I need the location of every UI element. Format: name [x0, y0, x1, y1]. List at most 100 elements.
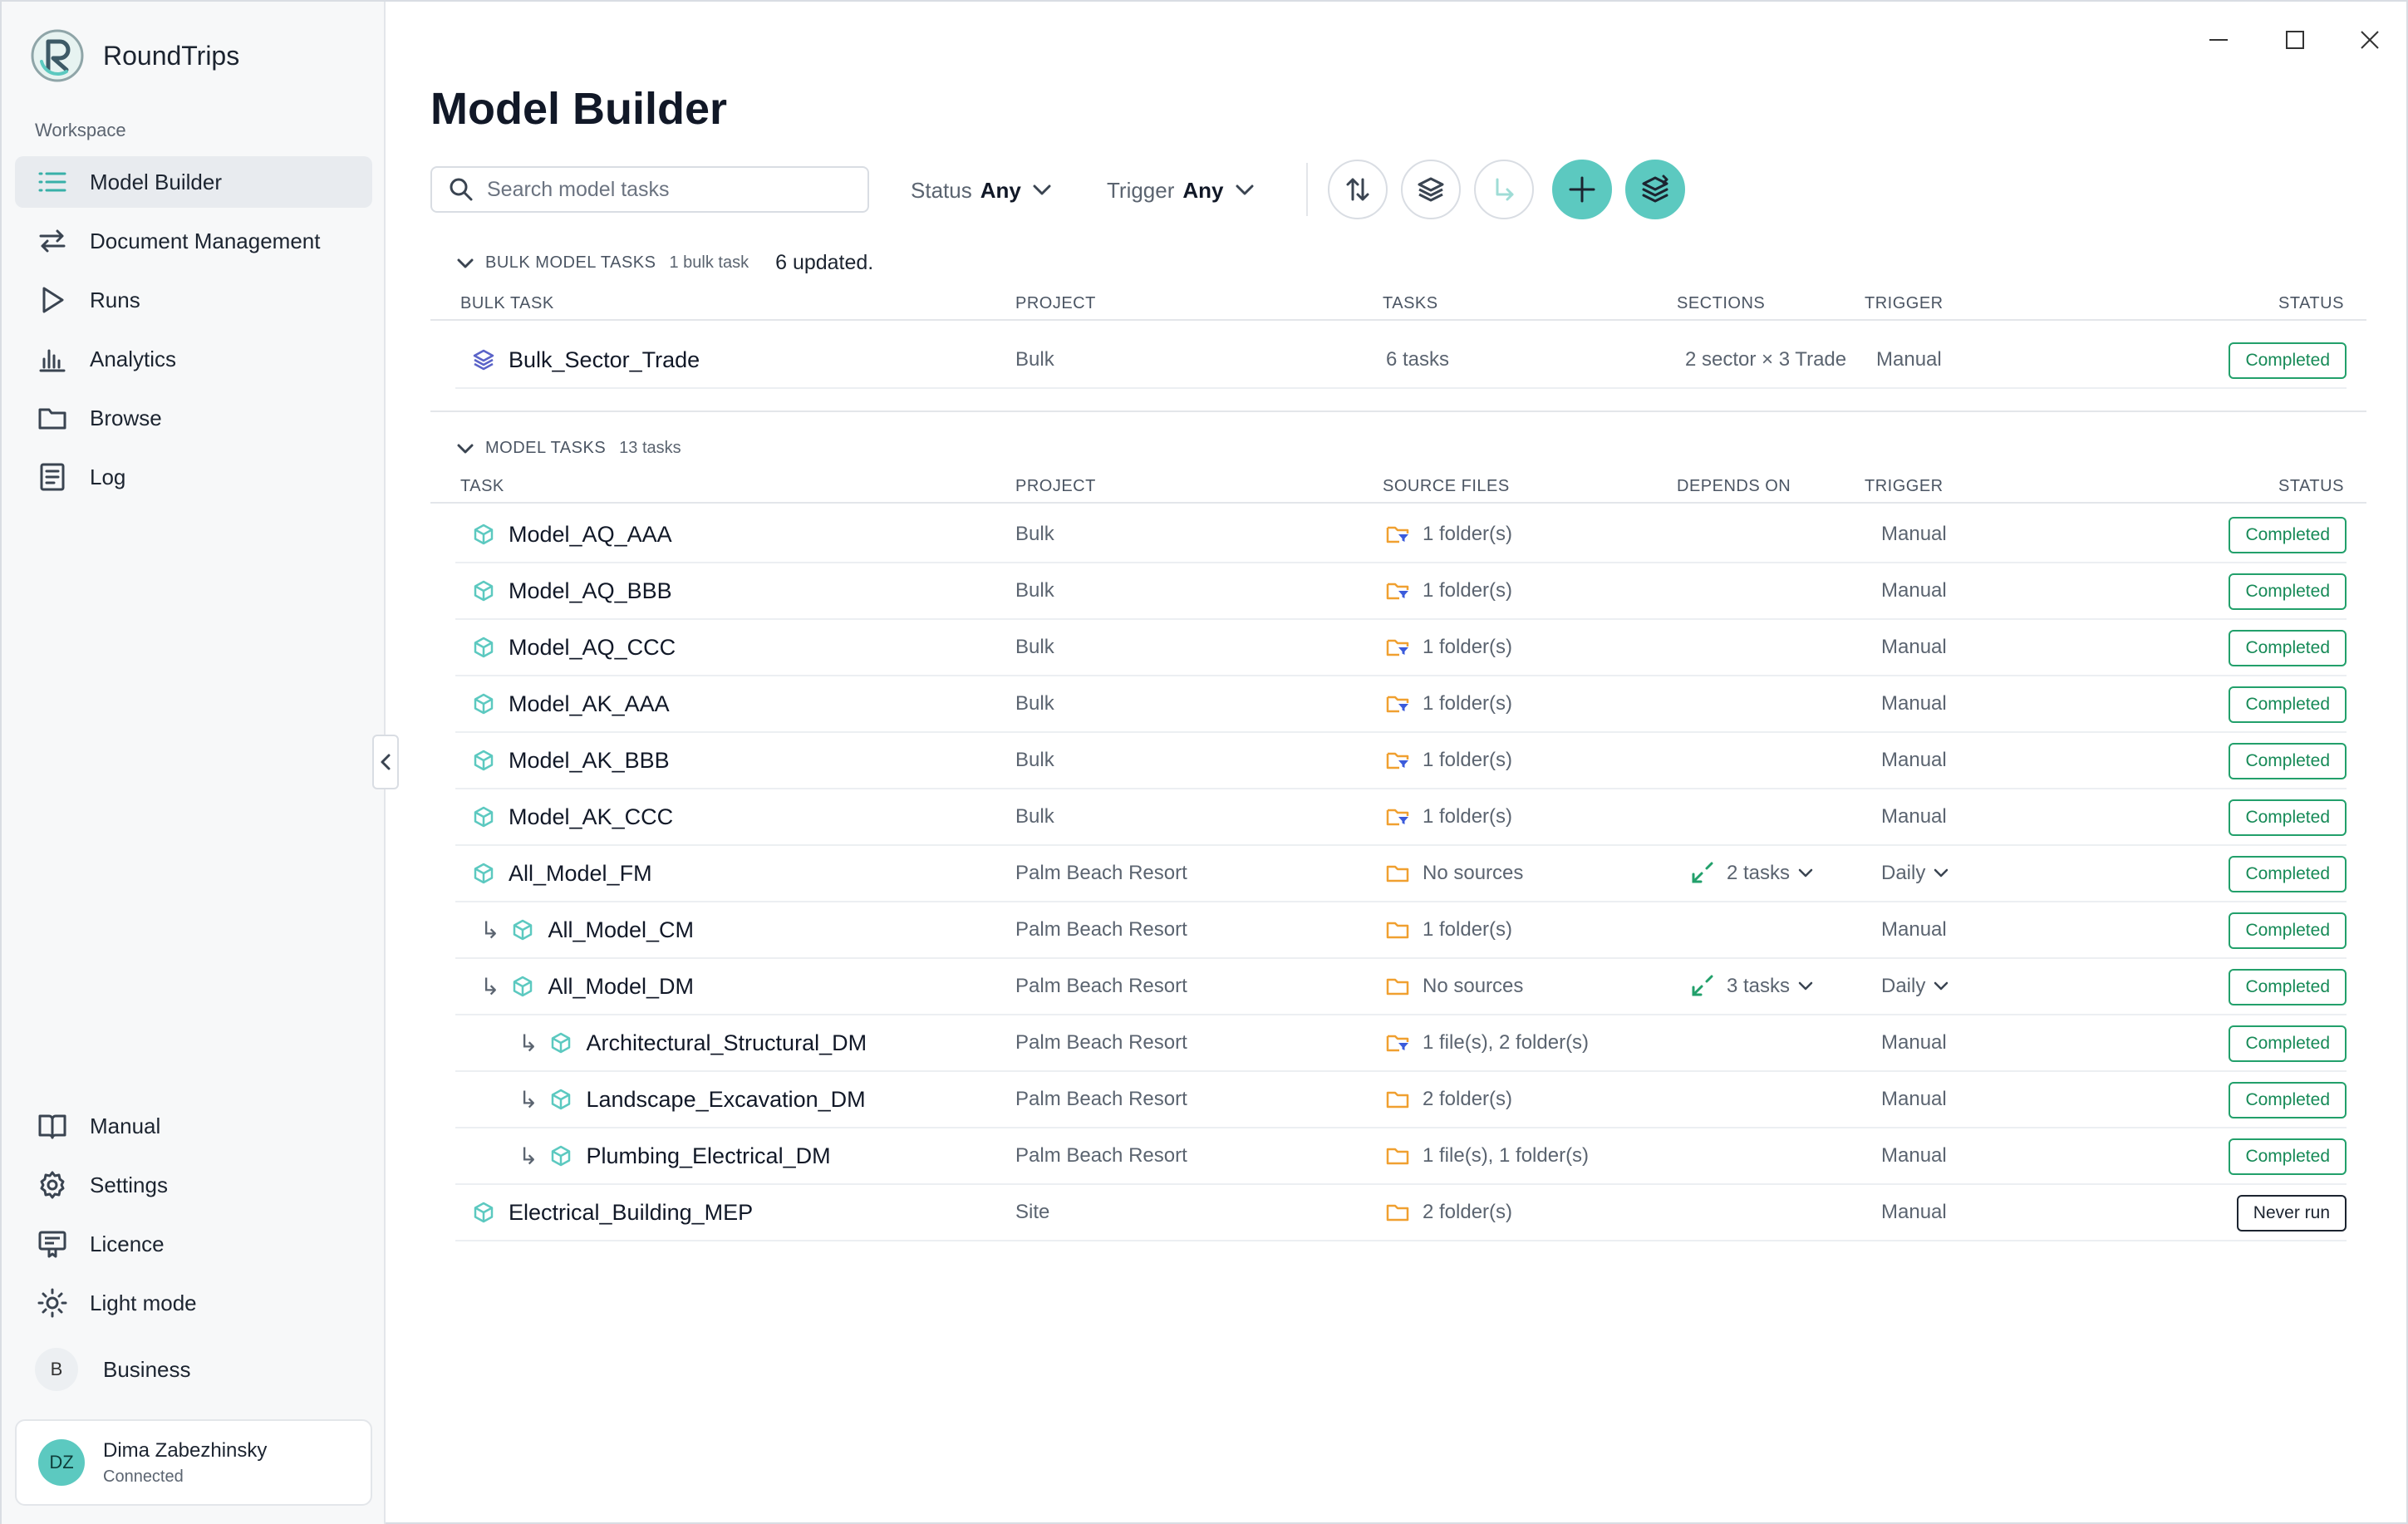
source-files-cell: 1 folder(s) [1423, 918, 1513, 941]
table-row[interactable]: Model_AK_BBB Bulk 1 folder(s) Manual Complet… [455, 733, 2347, 789]
trigger-cell: Manual [1881, 918, 1947, 941]
user-status: Connected [103, 1467, 184, 1486]
bulk-section-count: 1 bulk task [669, 253, 749, 272]
sort-button[interactable] [1328, 160, 1388, 219]
trigger-dropdown[interactable]: Daily [1881, 846, 1949, 901]
task-name: Model_AK_CCC [509, 804, 674, 829]
table-row[interactable]: ↳ All_Model_CM Palm Beach Resort 1 folder(s… [455, 902, 2347, 959]
sidebar-item-model-builder[interactable]: Model Builder [15, 156, 372, 208]
model-section-header[interactable]: MODEL TASKS 13 tasks [457, 439, 681, 458]
sidebar-item-analytics[interactable]: Analytics [15, 333, 372, 385]
close-button[interactable] [2353, 23, 2386, 57]
user-card[interactable]: DZ Dima Zabezhinsky Connected [15, 1419, 372, 1506]
table-row[interactable]: Model_AQ_CCC Bulk 1 folder(s) Manual Complet… [455, 620, 2347, 676]
folder-filter-icon [1386, 1035, 1409, 1052]
task-name: All_Model_DM [548, 973, 695, 999]
col-project: PROJECT [1015, 294, 1096, 312]
table-row[interactable]: All_Model_FM Palm Beach Resort No sources 2… [455, 846, 2347, 902]
table-row[interactable]: Model_AQ_AAA Bulk 1 folder(s) Manual Complet… [455, 507, 2347, 563]
trigger-filter[interactable]: Trigger Any [1107, 173, 1254, 208]
subtask-arrow-icon: ↳ [518, 1030, 538, 1056]
sidebar-item-browse[interactable]: Browse [15, 392, 372, 444]
business-label: Business [103, 1356, 191, 1382]
cube-icon [474, 580, 494, 602]
add-dependent-button[interactable] [1474, 160, 1534, 219]
table-row[interactable]: ↳ Plumbing_Electrical_DM Palm Beach Resort… [455, 1128, 2347, 1185]
subtask-arrow-icon: ↳ [518, 1086, 538, 1113]
col-sections: SECTIONS [1677, 294, 1766, 312]
minimize-button[interactable] [2202, 23, 2235, 57]
sidebar-item-light-mode[interactable]: Light mode [15, 1277, 372, 1329]
sidebar-item-licence[interactable]: Licence [15, 1218, 372, 1270]
layers-button[interactable] [1401, 160, 1461, 219]
cube-icon [514, 919, 533, 941]
table-row[interactable]: Model_AK_AAA Bulk 1 folder(s) Manual Complet… [455, 676, 2347, 733]
project-cell: Bulk [1015, 523, 1054, 545]
table-row[interactable]: ↳ All_Model_DM Palm Beach Resort No sources… [455, 959, 2347, 1015]
folder-icon [1386, 978, 1409, 996]
project-cell: Palm Beach Resort [1015, 918, 1187, 941]
sort-arrows-icon [1346, 178, 1369, 201]
status-badge: Completed [2229, 743, 2347, 779]
source-files-cell: 1 folder(s) [1423, 692, 1513, 715]
sidebar-collapse-button[interactable] [372, 735, 399, 789]
model-section-count: 13 tasks [619, 439, 681, 457]
chevron-down-icon [1033, 184, 1051, 195]
bulk-section-header[interactable]: BULK MODEL TASKS 1 bulk task 6 updated. [457, 251, 873, 275]
project-cell: Bulk [1015, 636, 1054, 658]
cube-icon [474, 1202, 494, 1223]
col-status: STATUS [2278, 477, 2344, 495]
trigger-cell: Manual [1881, 636, 1947, 658]
folder-filter-icon [1386, 809, 1409, 826]
depends-on-dropdown[interactable]: 3 tasks [1690, 959, 1813, 1014]
sidebar-item-document-management[interactable]: Document Management [15, 215, 372, 267]
add-bulk-task-button[interactable] [1625, 160, 1685, 219]
business-switcher[interactable]: B Business [35, 1348, 191, 1391]
bar-chart-icon [37, 343, 68, 375]
col-trigger: TRIGGER [1865, 477, 1944, 495]
source-files-cell: 1 file(s), 2 folder(s) [1423, 1031, 1590, 1054]
table-row[interactable]: Electrical_Building_MEP Site 2 folder(s) Ma… [455, 1185, 2347, 1241]
trigger-cell: Manual [1881, 579, 1947, 602]
sidebar-item-settings[interactable]: Settings [15, 1159, 372, 1211]
status-badge: Completed [2229, 573, 2347, 610]
folder-filter-icon [1386, 696, 1409, 713]
depends-on-cell: 3 tasks [1727, 975, 1791, 997]
status-badge: Never run [2236, 1195, 2347, 1231]
sidebar-item-log[interactable]: Log [15, 451, 372, 503]
sidebar-item-label: Model Builder [90, 169, 222, 194]
folder-icon [1386, 1091, 1409, 1109]
project-cell: Bulk [1015, 805, 1054, 828]
table-row[interactable]: Model_AQ_BBB Bulk 1 folder(s) Manual Complet… [455, 563, 2347, 620]
source-files-cell: 1 folder(s) [1423, 579, 1513, 602]
table-row[interactable]: Bulk_Sector_Trade Bulk 6 tasks 2 sector … [455, 332, 2347, 389]
trigger-cell: Manual [1881, 1201, 1947, 1223]
add-task-button[interactable] [1552, 160, 1612, 219]
maximize-button[interactable] [2278, 23, 2312, 57]
search-input[interactable] [487, 177, 853, 202]
table-row[interactable]: ↳ Landscape_Excavation_DM Palm Beach Resor… [455, 1072, 2347, 1128]
table-row[interactable]: Model_AK_CCC Bulk 1 folder(s) Manual Complet… [455, 789, 2347, 846]
cube-icon [552, 1145, 571, 1167]
trigger-cell: Manual [1881, 1144, 1947, 1167]
trigger-cell: Manual [1881, 1088, 1947, 1110]
section-divider [430, 410, 2366, 412]
workspace-label: Workspace [35, 120, 126, 140]
sidebar-item-runs[interactable]: Runs [15, 274, 372, 326]
sidebar-item-label: Document Management [90, 228, 321, 253]
trigger-cell: Manual [1881, 523, 1947, 545]
user-name: Dima Zabezhinsky [103, 1438, 268, 1462]
app-window: RoundTrips Workspace Model Builder Docum… [0, 0, 2408, 1524]
col-source-files: SOURCE FILES [1383, 477, 1510, 495]
bulk-section-title: BULK MODEL TASKS [485, 253, 656, 272]
depends-on-dropdown[interactable]: 2 tasks [1690, 846, 1813, 901]
subtask-arrow-icon: ↳ [518, 1143, 538, 1169]
document-icon [37, 461, 68, 493]
status-filter[interactable]: Status Any [911, 173, 1051, 208]
cube-icon [474, 806, 494, 828]
table-row[interactable]: ↳ Architectural_Structural_DM Palm Beach R… [455, 1015, 2347, 1072]
sidebar-item-manual[interactable]: Manual [15, 1100, 372, 1152]
trigger-dropdown[interactable]: Daily [1881, 959, 1949, 1014]
play-icon [37, 284, 68, 316]
business-badge: B [35, 1348, 78, 1391]
